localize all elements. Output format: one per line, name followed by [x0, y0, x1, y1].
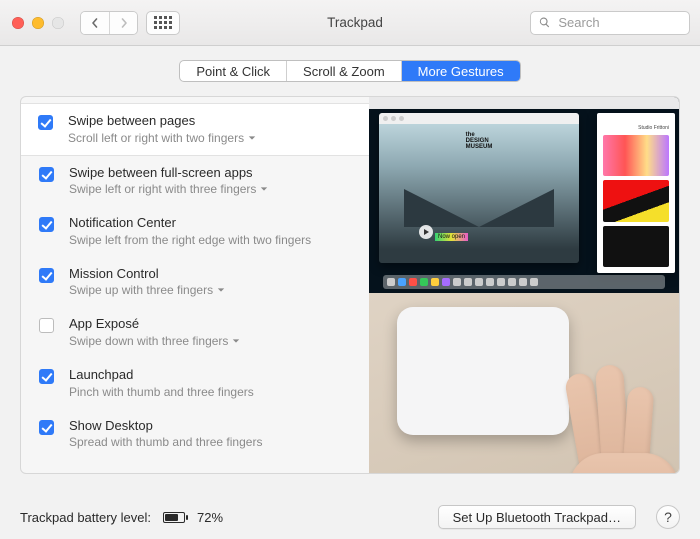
window-toolbar: Trackpad [0, 0, 700, 46]
grid-icon [154, 16, 172, 29]
play-icon [419, 225, 433, 239]
option-mission-control[interactable]: Mission Control Swipe up with three fing… [21, 257, 369, 308]
checkbox-swipe-between-pages[interactable] [38, 115, 53, 130]
option-subtitle: Swipe left from the right edge with two … [69, 233, 311, 247]
checkbox-mission-control[interactable] [39, 268, 54, 283]
window-controls [12, 17, 64, 29]
search-field[interactable] [530, 11, 690, 35]
tab-scroll-zoom[interactable]: Scroll & Zoom [286, 61, 401, 81]
zoom-window-button[interactable] [52, 17, 64, 29]
gesture-option-list: Swipe between pages Scroll left or right… [21, 97, 369, 473]
chevron-down-icon [260, 182, 268, 196]
demo-dock [383, 275, 665, 289]
option-subtitle: Spread with thumb and three fingers [69, 435, 262, 449]
close-window-button[interactable] [12, 17, 24, 29]
demo-desktop: the DESIGN MUSEUM Now open Studio Fritto… [369, 97, 679, 293]
option-launchpad[interactable]: Launchpad Pinch with thumb and three fin… [21, 358, 369, 409]
option-subtitle[interactable]: Swipe left or right with three fingers [69, 182, 268, 196]
battery-label: Trackpad battery level: [20, 510, 151, 525]
search-icon [539, 16, 550, 29]
checkbox-app-expose[interactable] [39, 318, 54, 333]
minimize-window-button[interactable] [32, 17, 44, 29]
demo-trackpad-area [369, 293, 679, 473]
option-swipe-fullscreen-apps[interactable]: Swipe between full-screen apps Swipe lef… [21, 156, 369, 207]
option-subtitle[interactable]: Scroll left or right with two fingers [68, 131, 256, 145]
checkbox-show-desktop[interactable] [39, 420, 54, 435]
option-swipe-between-pages[interactable]: Swipe between pages Scroll left or right… [20, 103, 370, 156]
show-all-prefs-button[interactable] [146, 11, 180, 35]
tabstrip: Point & Click Scroll & Zoom More Gesture… [20, 60, 680, 82]
option-title: Show Desktop [69, 418, 262, 434]
back-button[interactable] [81, 12, 109, 34]
demo-site-logo: the DESIGN MUSEUM [466, 132, 493, 150]
option-subtitle: Pinch with thumb and three fingers [69, 385, 254, 399]
checkbox-notification-center[interactable] [39, 217, 54, 232]
option-title: Notification Center [69, 215, 311, 231]
demo-tagline: Now open [435, 233, 468, 241]
option-subtitle[interactable]: Swipe up with three fingers [69, 283, 225, 297]
battery-percent: 72% [197, 510, 223, 525]
option-app-expose[interactable]: App Exposé Swipe down with three fingers [21, 307, 369, 358]
option-notification-center[interactable]: Notification Center Swipe left from the … [21, 206, 369, 257]
gestures-panel: Swipe between pages Scroll left or right… [20, 96, 680, 474]
option-title: Swipe between pages [68, 113, 256, 129]
search-input[interactable] [556, 14, 681, 31]
checkbox-launchpad[interactable] [39, 369, 54, 384]
demo-browser-window: the DESIGN MUSEUM Now open [379, 113, 579, 263]
help-button[interactable]: ? [656, 505, 680, 529]
gesture-demo-video: the DESIGN MUSEUM Now open Studio Fritto… [369, 97, 679, 473]
option-title: App Exposé [69, 316, 240, 332]
option-title: Mission Control [69, 266, 225, 282]
tab-point-click[interactable]: Point & Click [180, 61, 286, 81]
forward-button[interactable] [109, 12, 137, 34]
checkbox-swipe-fullscreen-apps[interactable] [39, 167, 54, 182]
chevron-down-icon [248, 131, 256, 145]
pref-pane: Point & Click Scroll & Zoom More Gesture… [0, 46, 700, 495]
chevron-down-icon [217, 283, 225, 297]
demo-menubar [369, 97, 679, 109]
option-title: Swipe between full-screen apps [69, 165, 268, 181]
option-subtitle[interactable]: Swipe down with three fingers [69, 334, 240, 348]
window-title: Trackpad [180, 15, 530, 30]
chevron-down-icon [232, 334, 240, 348]
option-title: Launchpad [69, 367, 254, 383]
pane-footer: Trackpad battery level: 72% Set Up Bluet… [0, 495, 700, 539]
setup-bluetooth-button[interactable]: Set Up Bluetooth Trackpad… [438, 505, 636, 529]
option-show-desktop[interactable]: Show Desktop Spread with thumb and three… [21, 409, 369, 460]
tab-more-gestures[interactable]: More Gestures [401, 61, 520, 81]
demo-side-window: Studio Frittoni [597, 113, 675, 273]
demo-hand [521, 353, 671, 474]
nav-back-forward [80, 11, 138, 35]
battery-icon [163, 512, 185, 523]
